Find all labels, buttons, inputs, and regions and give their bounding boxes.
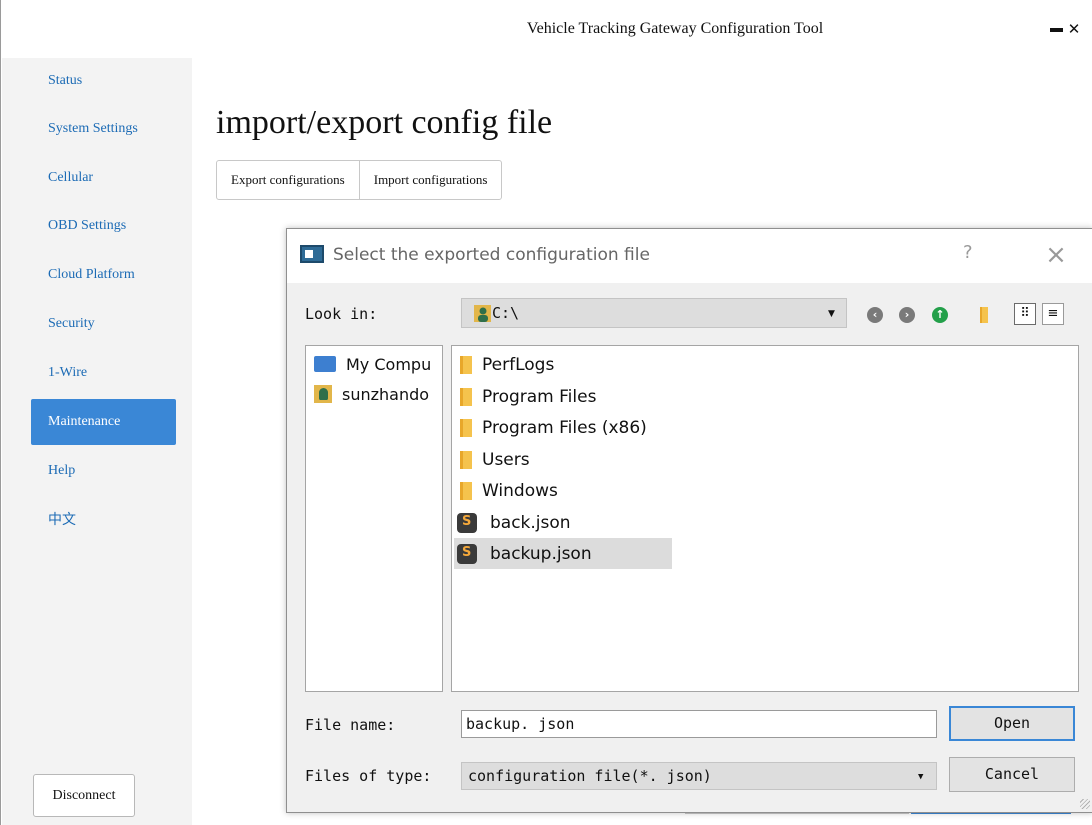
file-name: Program Files [482, 386, 597, 407]
dialog-app-icon [300, 245, 324, 263]
close-icon[interactable]: ✕ [1067, 18, 1081, 40]
file-type-value: configuration file(*. json) [468, 767, 712, 785]
disconnect-button[interactable]: Disconnect [33, 774, 135, 817]
dialog-close-icon[interactable]: × [1041, 237, 1071, 273]
file-item-perflogs[interactable]: PerfLogs [454, 349, 672, 380]
sidebar-item-chinese[interactable]: 中文 [31, 497, 176, 543]
folder-icon [460, 481, 472, 500]
file-item-users[interactable]: Users [454, 444, 672, 475]
import-configurations-button[interactable]: Import configurations [358, 161, 502, 199]
sidebar-item-cloud-platform[interactable]: Cloud Platform [31, 252, 176, 298]
folder-icon [460, 355, 472, 374]
list-view-icon[interactable]: ⠿ [1014, 303, 1036, 325]
back-icon[interactable]: ‹ [867, 307, 883, 323]
file-name: Users [482, 449, 530, 470]
user-drive-icon [474, 305, 491, 322]
sidebar-item-security[interactable]: Security [31, 301, 176, 347]
folder-icon [460, 387, 472, 406]
file-name-input[interactable]: backup. json [461, 710, 937, 738]
minimize-icon[interactable] [1050, 28, 1063, 32]
file-item-back-json[interactable]: back.json [454, 507, 672, 538]
place-user-folder[interactable]: sunzhando [314, 379, 429, 409]
file-list-pane: PerfLogs Program Files Program Files (x8… [451, 345, 1079, 692]
chevron-down-icon: ▼ [918, 772, 924, 782]
resize-grip-icon[interactable] [1080, 799, 1090, 809]
page-title: import/export config file [216, 104, 553, 141]
help-icon[interactable]: ? [963, 242, 973, 263]
sidebar: Status System Settings Cellular OBD Sett… [2, 58, 192, 825]
new-folder-icon[interactable] [980, 307, 988, 323]
sidebar-item-cellular[interactable]: Cellular [31, 155, 176, 201]
app-window: Vehicle Tracking Gateway Configuration T… [0, 0, 1092, 825]
file-type-label: Files of type: [305, 767, 432, 785]
place-my-computer[interactable]: My Compu [314, 349, 431, 379]
open-button[interactable]: Open [949, 706, 1075, 741]
file-name: back.json [490, 512, 571, 533]
sidebar-item-help[interactable]: Help [31, 448, 176, 494]
file-name: backup.json [490, 543, 592, 564]
folder-icon [460, 418, 472, 437]
sidebar-item-system-settings[interactable]: System Settings [31, 106, 176, 152]
sidebar-item-maintenance[interactable]: Maintenance [31, 399, 176, 445]
look-in-dropdown[interactable]: C:\ ▼ [461, 298, 847, 328]
file-name: PerfLogs [482, 354, 555, 375]
look-in-label: Look in: [305, 305, 378, 323]
look-in-value: C:\ [492, 304, 520, 322]
file-item-backup-json[interactable]: backup.json [454, 538, 672, 569]
export-import-button-group: Export configurations Import configurati… [216, 160, 503, 200]
computer-icon [314, 356, 336, 372]
user-folder-icon [314, 385, 332, 403]
file-item-windows[interactable]: Windows [454, 475, 672, 506]
file-name: Windows [482, 480, 558, 501]
export-configurations-button[interactable]: Export configurations [217, 161, 359, 199]
sidebar-item-status[interactable]: Status [31, 58, 176, 104]
chevron-down-icon: ▼ [828, 309, 835, 319]
place-label: sunzhando [342, 384, 430, 404]
forward-icon[interactable]: › [899, 307, 915, 323]
file-type-dropdown[interactable]: configuration file(*. json) ▼ [461, 762, 937, 790]
sidebar-item-obd-settings[interactable]: OBD Settings [31, 203, 176, 249]
file-dialog: Select the exported configuration file ?… [286, 228, 1092, 813]
places-pane: My Compu sunzhando [305, 345, 443, 692]
file-name: Program Files (x86) [482, 417, 647, 438]
json-file-icon [457, 543, 477, 564]
dialog-title-bar: Select the exported configuration file ?… [287, 229, 1092, 283]
file-name-label: File name: [305, 716, 396, 734]
sidebar-item-1-wire[interactable]: 1-Wire [31, 350, 176, 396]
app-title: Vehicle Tracking Gateway Configuration T… [526, 20, 824, 37]
title-bar: Vehicle Tracking Gateway Configuration T… [1, 0, 1092, 58]
dialog-title: Select the exported configuration file [333, 245, 650, 265]
file-item-program-files[interactable]: Program Files [454, 381, 672, 412]
parent-directory-icon[interactable]: ↑ [932, 307, 948, 323]
detail-view-icon[interactable]: ≡ [1042, 303, 1064, 325]
json-file-icon [457, 512, 477, 533]
place-label: My Compu [346, 354, 432, 374]
folder-icon [460, 450, 472, 469]
file-item-program-files-x86[interactable]: Program Files (x86) [454, 412, 672, 443]
cancel-button[interactable]: Cancel [949, 757, 1075, 792]
